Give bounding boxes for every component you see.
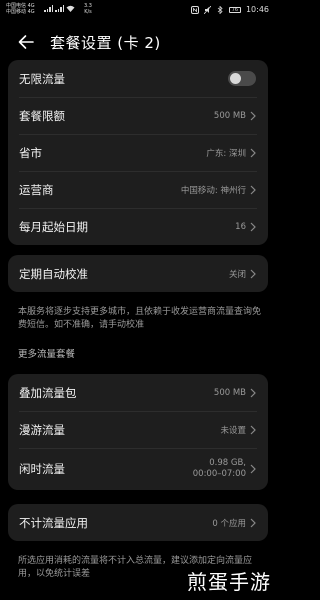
auto-calibrate-row[interactable]: 定期自动校准 关闭 — [8, 255, 268, 292]
calibration-card: 定期自动校准 关闭 — [8, 255, 268, 292]
chevron-right-icon — [250, 222, 256, 231]
chevron-right-icon — [250, 111, 256, 120]
wifi-icon — [66, 5, 75, 12]
clock: 10:46 — [245, 5, 269, 14]
watermark: 煎蛋手游 — [187, 570, 271, 594]
chevron-right-icon — [250, 185, 256, 194]
auto-calibrate-value: 关闭 — [228, 269, 246, 280]
plan-limit-value: 500 MB — [213, 110, 246, 121]
roaming-data-value: 未设置 — [220, 425, 246, 436]
addon-pack-label: 叠加流量包 — [19, 385, 77, 400]
carrier-info: 中国电信 4G 中国移动 4G — [6, 3, 35, 15]
more-plans-label: 更多流量套餐 — [18, 349, 76, 360]
exempt-apps-row[interactable]: 不计流量应用 0 个应用 — [8, 504, 268, 541]
calibration-note: 本服务将逐步支持更多城市，且依赖于收发运营商流量查询免费短信。如不准确，请手动校… — [18, 307, 262, 330]
chevron-right-icon — [250, 518, 256, 527]
exempt-apps-value: 0 个应用 — [212, 518, 246, 529]
operator-label: 运营商 — [19, 182, 54, 197]
plan-limit-label: 套餐限额 — [19, 108, 65, 123]
idle-data-label: 闲时流量 — [19, 462, 65, 476]
idle-data-value: 0.98 GB, 00:00–07:00 — [192, 458, 246, 479]
plan-limit-row[interactable]: 套餐限额 500 MB — [8, 97, 268, 134]
start-day-row[interactable]: 每月起始日期 16 — [8, 208, 268, 245]
addon-pack-row[interactable]: 叠加流量包 500 MB — [8, 374, 268, 411]
unlimited-data-label: 无限流量 — [19, 71, 65, 86]
plan-settings-card: 无限流量 套餐限额 500 MB 省市 广东: 深圳 运营商 中国移动: 神州行… — [8, 60, 268, 245]
unlimited-data-row[interactable]: 无限流量 — [8, 60, 268, 97]
unlimited-data-toggle[interactable] — [228, 71, 256, 86]
back-arrow-icon[interactable] — [17, 33, 35, 51]
chevron-right-icon — [250, 464, 256, 474]
addon-pack-value: 500 MB — [213, 387, 246, 398]
province-label: 省市 — [19, 145, 42, 160]
extra-data-card: 叠加流量包 500 MB 漫游流量 未设置 闲时流量 0.98 GB, 00:0… — [8, 374, 268, 490]
province-row[interactable]: 省市 广东: 深圳 — [8, 134, 268, 171]
start-day-label: 每月起始日期 — [19, 219, 88, 234]
signal-icon — [44, 5, 75, 12]
operator-value: 中国移动: 神州行 — [180, 185, 246, 196]
chevron-right-icon — [250, 269, 256, 278]
status-right: 76 10:46 — [190, 5, 269, 14]
start-day-value: 16 — [235, 221, 246, 232]
idle-data-row[interactable]: 闲时流量 0.98 GB, 00:00–07:00 — [8, 448, 268, 490]
page-title: 套餐设置 (卡 2) — [50, 34, 161, 52]
mute-icon — [203, 5, 211, 14]
operator-row[interactable]: 运营商 中国移动: 神州行 — [8, 171, 268, 208]
roaming-data-label: 漫游流量 — [19, 422, 65, 437]
bluetooth-icon — [217, 5, 223, 14]
battery-icon: 76 — [228, 6, 241, 13]
province-value: 广东: 深圳 — [206, 148, 246, 159]
carrier-2: 中国移动 4G — [6, 9, 35, 15]
header: 套餐设置 (卡 2) — [0, 25, 277, 59]
chevron-right-icon — [250, 388, 256, 397]
roaming-data-row[interactable]: 漫游流量 未设置 — [8, 411, 268, 448]
auto-calibrate-label: 定期自动校准 — [19, 266, 88, 281]
chevron-right-icon — [250, 425, 256, 434]
network-speed: 3.3 K/s — [84, 3, 92, 15]
exempt-apps-card: 不计流量应用 0 个应用 — [8, 504, 268, 541]
exempt-apps-label: 不计流量应用 — [19, 515, 88, 530]
chevron-right-icon — [250, 148, 256, 157]
nfc-icon — [190, 5, 199, 14]
status-bar: 中国电信 4G 中国移动 4G 3.3 K/s 76 10:46 — [0, 0, 277, 22]
